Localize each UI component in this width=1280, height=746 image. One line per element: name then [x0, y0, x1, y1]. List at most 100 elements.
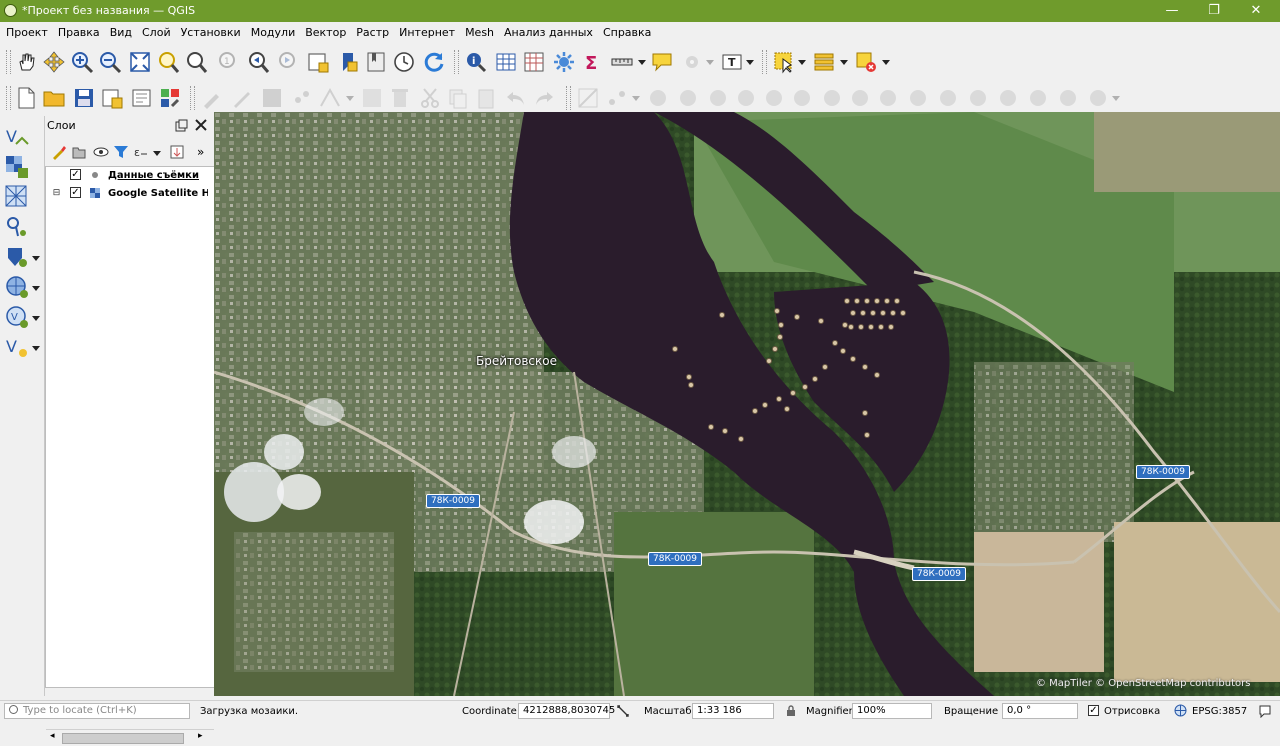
add-group-icon[interactable] — [71, 144, 87, 160]
render-checkbox[interactable]: ✓ — [1088, 705, 1099, 716]
add-raster-layer-icon[interactable] — [4, 154, 30, 180]
expand-all-icon[interactable] — [169, 144, 185, 160]
field-calculator-icon[interactable] — [522, 50, 546, 74]
add-spatialite-layer-icon[interactable] — [4, 244, 30, 270]
vertex-dropdown-arrow[interactable] — [346, 96, 354, 101]
add-wfs-dropdown-arrow[interactable] — [32, 316, 40, 321]
add-circular-string-icon[interactable] — [606, 86, 630, 110]
layer-styling-icon[interactable] — [51, 144, 67, 160]
menu-raster[interactable]: Растр — [351, 22, 394, 44]
add-mesh-layer-icon[interactable] — [4, 184, 30, 210]
manage-map-themes-icon[interactable] — [93, 144, 109, 160]
annotation-gear-icon[interactable] — [680, 50, 704, 74]
delete-selected-icon[interactable] — [388, 86, 412, 110]
new-print-layout-icon[interactable] — [100, 86, 124, 110]
add-wfs-layer-icon[interactable]: V — [4, 304, 30, 330]
attribute-table-icon[interactable] — [494, 50, 518, 74]
add-wms-dropdown-arrow[interactable] — [32, 286, 40, 291]
measure-icon[interactable] — [610, 50, 634, 74]
layer-row[interactable]: ⊟ ✓ Google Satellite Hybrid — [46, 185, 214, 203]
map-tips-icon[interactable] — [650, 50, 674, 74]
maximize-button[interactable]: ❐ — [1194, 0, 1234, 22]
copy-features-icon[interactable] — [446, 86, 470, 110]
offset-point-symbols-icon[interactable] — [1086, 86, 1110, 110]
menu-project[interactable]: Проект — [1, 22, 53, 44]
rotation-spinbox[interactable]: 0,0 ° — [1002, 703, 1078, 719]
deselect-dropdown-arrow[interactable] — [882, 60, 890, 65]
add-vector-layer-icon[interactable]: V — [4, 124, 30, 150]
add-ring-icon[interactable] — [734, 86, 758, 110]
merge-features-icon[interactable] — [996, 86, 1020, 110]
toolbar-grip[interactable] — [6, 86, 11, 110]
split-features-icon[interactable] — [936, 86, 960, 110]
scroll-right-icon[interactable]: ▸ — [198, 731, 203, 741]
layer-name[interactable]: Данные съёмки — [108, 170, 208, 181]
scroll-left-icon[interactable]: ◂ — [50, 731, 55, 741]
split-parts-icon[interactable] — [966, 86, 990, 110]
menu-edit[interactable]: Правка — [53, 22, 105, 44]
paste-features-icon[interactable] — [474, 86, 498, 110]
select-dropdown-arrow[interactable] — [798, 60, 806, 65]
undock-panel-icon[interactable] — [175, 119, 188, 132]
toolbar-grip[interactable] — [190, 86, 195, 110]
magnifier-spinbox[interactable]: 100% — [852, 703, 932, 719]
menu-mesh[interactable]: Mesh — [460, 22, 499, 44]
new-layer-dropdown-arrow[interactable] — [32, 346, 40, 351]
filter-legend-icon[interactable] — [113, 144, 129, 160]
more-tools-button[interactable]: » — [197, 145, 204, 159]
offset-curve-icon[interactable] — [906, 86, 930, 110]
lock-scale-icon[interactable] — [786, 705, 796, 717]
layer-visibility-checkbox[interactable]: ✓ — [70, 187, 81, 198]
toggle-editing-icon[interactable] — [230, 86, 254, 110]
rotate-feature-icon[interactable] — [676, 86, 700, 110]
digitize-dropdown-arrow[interactable] — [632, 96, 640, 101]
new-bookmark-icon[interactable] — [336, 50, 360, 74]
pan-to-selection-icon[interactable] — [42, 50, 66, 74]
map-canvas[interactable]: Брейтовское 78К-0009 78К-0009 78К-0009 7… — [214, 112, 1280, 696]
add-wms-layer-icon[interactable] — [4, 274, 30, 300]
zoom-to-layer-icon[interactable] — [184, 50, 208, 74]
refresh-icon[interactable] — [422, 50, 446, 74]
zoom-next-icon[interactable] — [276, 50, 300, 74]
toolbar-grip[interactable] — [566, 86, 571, 110]
select-by-attribute-icon[interactable] — [812, 50, 836, 74]
digitize-with-segment-icon[interactable] — [576, 86, 600, 110]
zoom-native-resolution-icon[interactable]: 1 — [216, 50, 240, 74]
add-part-icon[interactable] — [762, 86, 786, 110]
toolbar-grip[interactable] — [6, 50, 11, 74]
statistics-icon[interactable]: Σ — [580, 50, 604, 74]
zoom-to-selection-icon[interactable] — [156, 50, 180, 74]
pan-icon[interactable] — [14, 50, 38, 74]
map-attribution[interactable]: © MapTiler © OpenStreetMap contributors — [1036, 678, 1250, 689]
menu-processing[interactable]: Анализ данных — [499, 22, 598, 44]
undo-icon[interactable] — [504, 86, 528, 110]
simplify-feature-icon[interactable] — [706, 86, 730, 110]
identify-features-icon[interactable]: i — [464, 50, 488, 74]
minimize-button[interactable]: — — [1152, 0, 1192, 22]
text-annotation-dropdown-arrow[interactable] — [746, 60, 754, 65]
zoom-full-icon[interactable] — [128, 50, 152, 74]
fill-ring-icon[interactable] — [790, 86, 814, 110]
vertex-tool-icon[interactable] — [318, 86, 342, 110]
layer-row[interactable]: ✓ Данные съёмки — [46, 167, 214, 185]
processing-toolbox-icon[interactable] — [552, 50, 576, 74]
move-feature-icon[interactable] — [646, 86, 670, 110]
style-manager-icon[interactable] — [158, 86, 182, 110]
zoom-in-icon[interactable] — [70, 50, 94, 74]
menu-plugins[interactable]: Модули — [246, 22, 301, 44]
layout-manager-icon[interactable] — [130, 86, 154, 110]
add-db-layer-dropdown-arrow[interactable] — [32, 256, 40, 261]
close-window-button[interactable]: ✕ — [1236, 0, 1276, 22]
merge-attributes-icon[interactable] — [1026, 86, 1050, 110]
zoom-last-icon[interactable] — [246, 50, 270, 74]
cut-features-icon[interactable] — [418, 86, 442, 110]
new-project-icon[interactable] — [14, 86, 38, 110]
menu-view[interactable]: Вид — [105, 22, 137, 44]
delete-part-icon[interactable] — [848, 86, 872, 110]
scale-combobox[interactable]: 1:33 186 — [692, 703, 774, 719]
toolbar-grip[interactable] — [762, 50, 767, 74]
zoom-out-icon[interactable] — [98, 50, 122, 74]
toggle-extents-icon[interactable] — [616, 704, 630, 718]
annotation-dropdown-arrow[interactable] — [706, 60, 714, 65]
redo-icon[interactable] — [532, 86, 556, 110]
